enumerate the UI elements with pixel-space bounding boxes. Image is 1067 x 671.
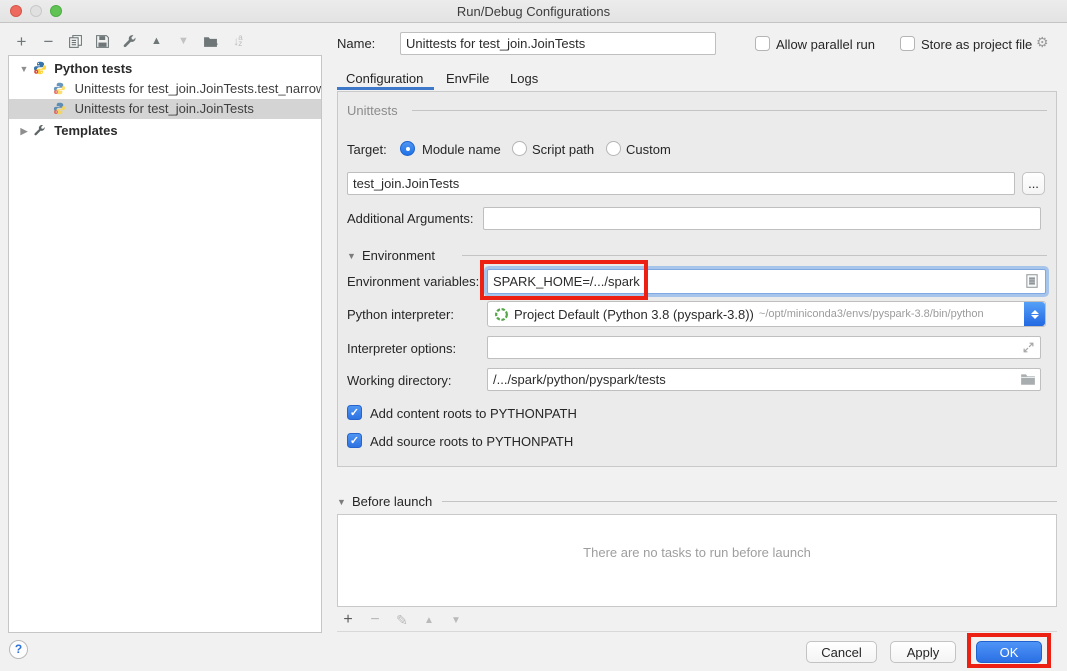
- new-folder-icon[interactable]: [203, 34, 218, 49]
- add-task-icon[interactable]: +: [341, 611, 355, 629]
- working-directory-input[interactable]: [487, 368, 1041, 391]
- target-script-path-label: Script path: [532, 142, 594, 157]
- edit-templates-wrench-icon[interactable]: [122, 34, 137, 49]
- unittests-group-label: Unittests: [347, 103, 398, 118]
- tab-envfile[interactable]: EnvFile: [446, 71, 489, 86]
- environment-variables-input[interactable]: [487, 269, 1046, 294]
- target-script-path-radio[interactable]: [512, 141, 527, 156]
- store-as-project-file-label: Store as project file: [921, 37, 1032, 52]
- target-custom-label: Custom: [626, 142, 671, 157]
- copy-configuration-icon[interactable]: [68, 34, 83, 49]
- interpreter-path: ~/opt/miniconda3/envs/pyspark-3.8/bin/py…: [759, 308, 984, 320]
- add-content-roots-label: Add content roots to PYTHONPATH: [370, 406, 577, 421]
- add-content-roots-checkbox[interactable]: ✓: [347, 405, 362, 420]
- tree-item-python-tests[interactable]: ▼ Python tests: [9, 59, 321, 79]
- configurations-tree: ▼ Python tests Unittests for test_join.J…: [8, 55, 322, 633]
- help-button[interactable]: ?: [9, 640, 28, 659]
- before-launch-section-label: Before launch: [352, 494, 432, 509]
- chevron-down-icon: [1031, 315, 1039, 319]
- tree-item-label: Unittests for test_join.JoinTests.test_n…: [75, 81, 321, 96]
- browse-target-button[interactable]: ...: [1022, 172, 1045, 195]
- browse-folder-icon[interactable]: [1020, 372, 1036, 389]
- edit-environment-variables-icon[interactable]: [1024, 273, 1040, 292]
- python-tests-icon: [33, 61, 47, 75]
- additional-arguments-label: Additional Arguments:: [347, 211, 473, 226]
- tree-item-jointests-selected[interactable]: Unittests for test_join.JoinTests: [9, 99, 321, 119]
- chevron-up-icon: [1031, 310, 1039, 314]
- working-directory-label: Working directory:: [347, 373, 452, 388]
- interpreter-value: Project Default (Python 3.8 (pyspark-3.8…: [514, 307, 754, 322]
- before-launch-collapse-icon[interactable]: ▼: [337, 497, 346, 507]
- target-module-name-radio[interactable]: [400, 141, 415, 156]
- store-settings-gear-icon[interactable]: ⚙: [1036, 34, 1049, 51]
- add-source-roots-checkbox[interactable]: ✓: [347, 433, 362, 448]
- tree-item-templates[interactable]: ▶ Templates: [9, 121, 321, 141]
- window-title: Run/Debug Configurations: [0, 4, 1067, 19]
- environment-collapse-icon[interactable]: ▼: [347, 251, 356, 261]
- python-test-run-icon: [53, 81, 67, 95]
- python-interpreter-combo[interactable]: Project Default (Python 3.8 (pyspark-3.8…: [487, 301, 1046, 327]
- move-task-down-icon[interactable]: ▼: [449, 615, 463, 626]
- before-launch-toolbar: + − ✎ ▲ ▼: [341, 611, 463, 629]
- ok-button[interactable]: OK: [976, 641, 1042, 663]
- tab-logs[interactable]: Logs: [510, 71, 538, 86]
- remove-task-icon[interactable]: −: [368, 611, 382, 629]
- tree-collapse-caret-icon[interactable]: ▶: [19, 121, 29, 141]
- group-label-line: [412, 110, 1047, 111]
- titlebar: Run/Debug Configurations: [0, 0, 1067, 23]
- move-task-up-icon[interactable]: ▲: [422, 615, 436, 626]
- name-label: Name:: [337, 36, 375, 51]
- active-tab-underline: [337, 87, 434, 90]
- additional-arguments-input[interactable]: [483, 207, 1041, 230]
- apply-button[interactable]: Apply: [890, 641, 956, 663]
- add-source-roots-label: Add source roots to PYTHONPATH: [370, 434, 573, 449]
- allow-parallel-run-label: Allow parallel run: [776, 37, 875, 52]
- save-configuration-icon[interactable]: [95, 34, 110, 49]
- before-launch-bottom-line: [337, 631, 1057, 632]
- store-as-project-file-checkbox[interactable]: [900, 36, 915, 51]
- templates-wrench-icon: [33, 123, 47, 137]
- move-up-icon[interactable]: ▲: [149, 34, 164, 49]
- before-launch-empty-text: There are no tasks to run before launch: [338, 545, 1056, 560]
- before-launch-section-line: [442, 501, 1057, 502]
- tree-item-test-narrow[interactable]: Unittests for test_join.JoinTests.test_n…: [9, 79, 321, 99]
- configurations-toolbar: + − ▲ ▼ ↓az: [14, 32, 245, 50]
- expand-field-icon[interactable]: [1022, 341, 1035, 357]
- python-interpreter-label: Python interpreter:: [347, 307, 454, 322]
- combo-dropdown-button[interactable]: [1024, 302, 1045, 326]
- interpreter-options-input[interactable]: [487, 336, 1041, 359]
- sort-configurations-icon[interactable]: ↓az: [230, 34, 245, 49]
- interpreter-options-label: Interpreter options:: [347, 341, 456, 356]
- tree-expand-caret-icon[interactable]: ▼: [19, 59, 29, 79]
- tree-item-label: Unittests for test_join.JoinTests: [75, 101, 254, 116]
- target-module-name-label: Module name: [422, 142, 501, 157]
- target-custom-radio[interactable]: [606, 141, 621, 156]
- environment-variables-label: Environment variables:: [347, 274, 479, 289]
- environment-section-line: [462, 255, 1047, 256]
- tree-item-label: Templates: [54, 123, 117, 138]
- target-label: Target:: [347, 142, 387, 157]
- environment-section-label: Environment: [362, 248, 435, 263]
- name-input[interactable]: [400, 32, 716, 55]
- cancel-button[interactable]: Cancel: [806, 641, 877, 663]
- remove-configuration-icon[interactable]: −: [41, 34, 56, 49]
- move-down-icon[interactable]: ▼: [176, 34, 191, 49]
- conda-env-icon: [494, 307, 509, 322]
- tree-item-label: Python tests: [54, 61, 132, 76]
- add-configuration-icon[interactable]: +: [14, 34, 29, 49]
- tab-configuration[interactable]: Configuration: [346, 71, 423, 86]
- python-test-run-icon: [53, 101, 67, 115]
- before-launch-task-list[interactable]: There are no tasks to run before launch: [337, 514, 1057, 607]
- edit-task-pencil-icon[interactable]: ✎: [395, 612, 409, 629]
- allow-parallel-run-checkbox[interactable]: [755, 36, 770, 51]
- target-module-input[interactable]: [347, 172, 1015, 195]
